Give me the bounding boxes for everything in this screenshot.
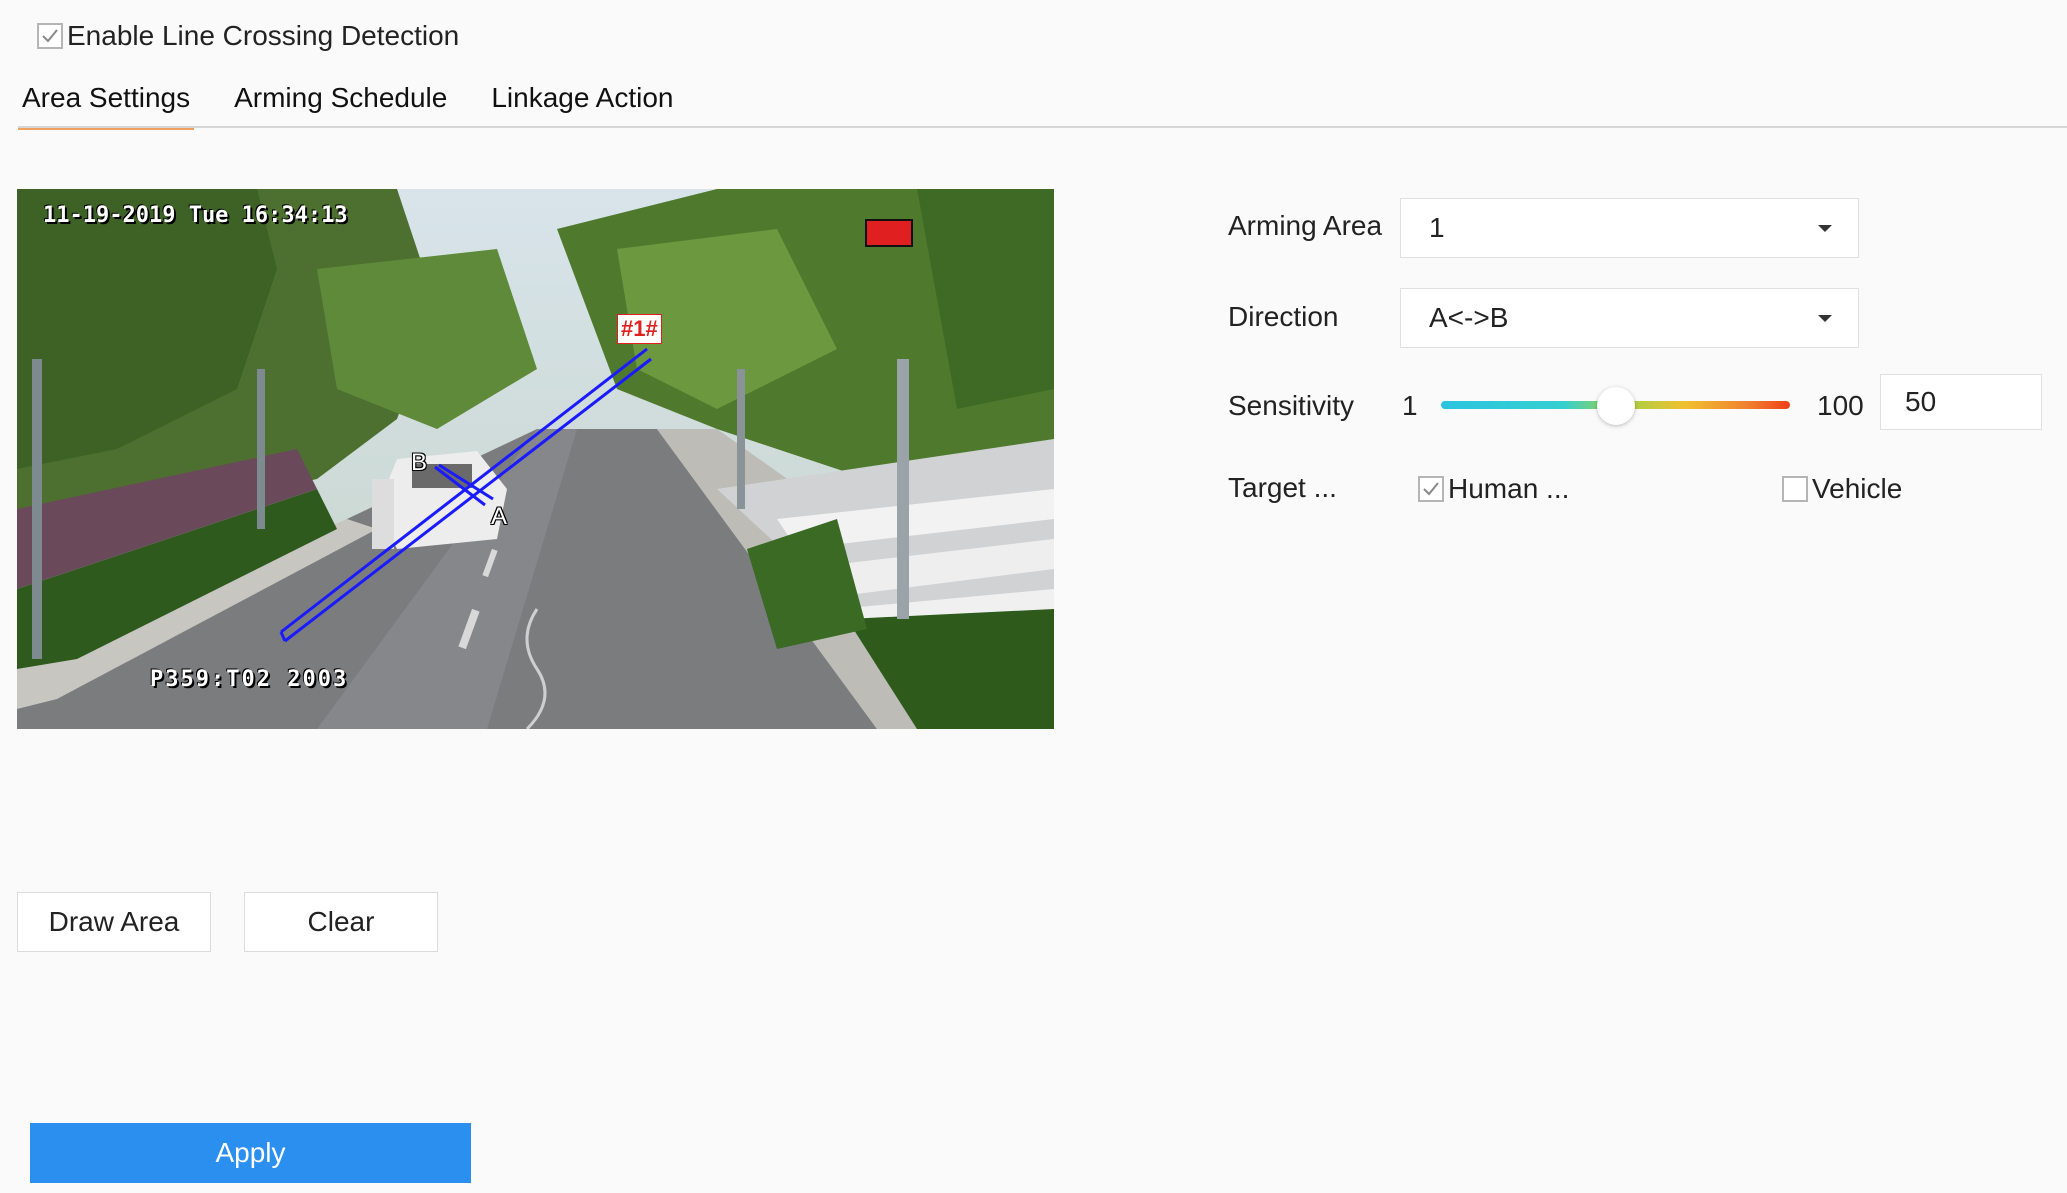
arming-area-select[interactable]: 1 — [1400, 198, 1859, 258]
direction-label: Direction — [1228, 301, 1339, 332]
line-id-label: #1# — [617, 314, 662, 344]
sensitivity-input[interactable]: 50 — [1880, 374, 2042, 430]
tab-divider — [18, 126, 2067, 128]
human-checkbox[interactable] — [1418, 476, 1444, 502]
sensitivity-min: 1 — [1402, 390, 1418, 421]
tab-arming-schedule[interactable]: Arming Schedule — [230, 82, 451, 126]
camera-scene — [17, 189, 1054, 729]
osd-timestamp: 11-19-2019 Tue 16:34:13 — [43, 203, 348, 228]
sensitivity-label: Sensitivity — [1228, 390, 1355, 421]
direction-value: A<->B — [1429, 302, 1509, 333]
camera-preview[interactable]: 11-19-2019 Tue 16:34:13 P359:T02 2003 #1… — [17, 189, 1054, 729]
enable-line-crossing-toggle[interactable]: Enable Line Crossing Detection — [37, 20, 459, 52]
draw-area-button[interactable]: Draw Area — [17, 892, 211, 952]
record-indicator-icon — [865, 219, 913, 247]
apply-button[interactable]: Apply — [30, 1123, 471, 1183]
slider-thumb[interactable] — [1596, 387, 1635, 425]
chevron-down-icon — [1818, 315, 1832, 322]
check-icon — [1423, 482, 1439, 496]
sensitivity-value: 50 — [1905, 386, 1937, 417]
point-b-label: B — [411, 449, 428, 476]
sensitivity-max: 100 — [1817, 390, 1864, 421]
target-human-option[interactable]: Human ... — [1418, 472, 1569, 506]
arming-area-value: 1 — [1429, 212, 1445, 243]
vehicle-checkbox[interactable] — [1782, 476, 1808, 502]
tab-bar: Area Settings Arming Schedule Linkage Ac… — [18, 82, 713, 130]
sensitivity-slider[interactable] — [1441, 387, 1790, 425]
tab-area-settings[interactable]: Area Settings — [18, 82, 195, 130]
clear-button[interactable]: Clear — [244, 892, 438, 952]
enable-checkbox[interactable] — [37, 23, 63, 49]
human-label: Human ... — [1448, 473, 1570, 504]
arming-area-label: Arming Area — [1228, 210, 1383, 241]
target-vehicle-option[interactable]: Vehicle — [1782, 472, 1902, 506]
chevron-down-icon — [1818, 225, 1832, 232]
target-label: Target ... — [1228, 472, 1337, 503]
check-icon — [42, 29, 58, 43]
point-a-label: A — [491, 503, 508, 530]
tab-linkage-action[interactable]: Linkage Action — [487, 82, 677, 126]
enable-label: Enable Line Crossing Detection — [67, 20, 460, 51]
direction-select[interactable]: A<->B — [1400, 288, 1859, 348]
vehicle-label: Vehicle — [1812, 473, 1903, 504]
osd-plate: P359:T02 2003 — [150, 667, 349, 692]
